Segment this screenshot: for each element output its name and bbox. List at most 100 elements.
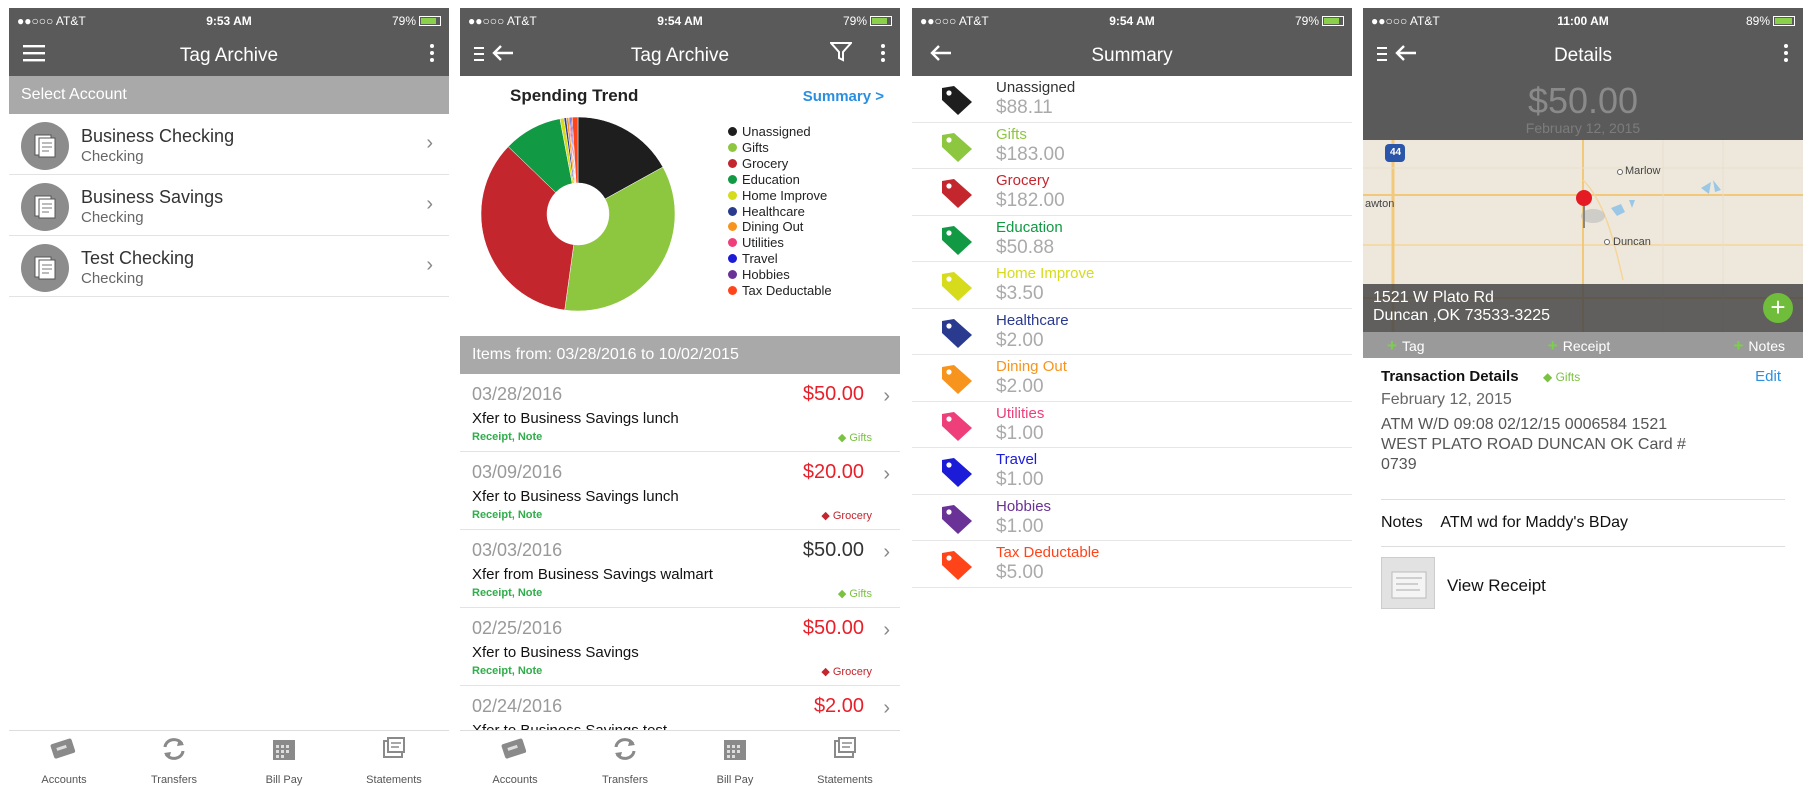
transaction-tag[interactable]: ◆ Gifts	[838, 587, 872, 600]
legend-label: Gifts	[742, 139, 769, 155]
account-type: Checking	[81, 209, 144, 226]
action-notes-button[interactable]: + Notes	[1733, 336, 1785, 358]
summary-row[interactable]: Travel $1.00	[912, 448, 1352, 495]
plus-icon: +	[1733, 336, 1744, 355]
tab-bill-pay[interactable]: Bill Pay	[229, 731, 339, 786]
battery-status: 79%	[1295, 14, 1344, 28]
summary-tag-name: Gifts	[996, 125, 1027, 143]
details-tag[interactable]: ◆ Gifts	[1543, 370, 1580, 384]
tag-icon	[940, 317, 974, 354]
more-vert-icon[interactable]	[1783, 42, 1789, 68]
summary-row[interactable]: Grocery $182.00	[912, 169, 1352, 216]
chevron-right-icon: ›	[426, 132, 433, 154]
summary-row[interactable]: Hobbies $1.00	[912, 495, 1352, 541]
transaction-description: Xfer to Business Savings lunch	[472, 488, 679, 505]
location-map[interactable]: 44 Marlow Duncan awton 1521 W Plato Rd D…	[1363, 140, 1803, 332]
transaction-row[interactable]: 03/09/2016 $20.00 › Xfer to Business Saving…	[460, 452, 900, 530]
tab-transfers[interactable]: Transfers	[119, 731, 229, 786]
spending-trend-chart: Spending Trend Summary > Unassigned Gifts…	[460, 76, 900, 333]
summary-amount: $3.50	[996, 283, 1044, 304]
tag-icon: ◆	[821, 510, 833, 522]
legend-dot	[728, 254, 737, 264]
transaction-row[interactable]: 03/28/2016 $50.00 › Xfer to Business Saving…	[460, 374, 900, 452]
transaction-attachments[interactable]: Receipt, Note	[472, 431, 542, 443]
plus-icon: +	[1387, 336, 1397, 355]
account-row[interactable]: Business Checking Checking ›	[9, 114, 449, 175]
tab-label: Bill Pay	[716, 774, 754, 786]
summary-link[interactable]: Summary >	[803, 88, 884, 105]
legend-dot	[728, 206, 737, 216]
account-row[interactable]: Test Checking Checking ›	[9, 236, 449, 297]
add-button[interactable]: +	[1763, 293, 1793, 323]
legend-item: Unassigned	[728, 124, 832, 140]
tab-accounts[interactable]: Accounts	[460, 731, 570, 786]
summary-row[interactable]: Education $50.88	[912, 216, 1352, 262]
map-label-marlow: Marlow	[1625, 165, 1661, 177]
transaction-tag[interactable]: ◆ Grocery	[821, 509, 872, 522]
account-type: Checking	[81, 270, 144, 287]
transaction-list: 03/28/2016 $50.00 › Xfer to Business Saving…	[460, 374, 900, 764]
summary-row[interactable]: Gifts $183.00	[912, 123, 1352, 169]
transaction-row[interactable]: 02/25/2016 $50.00 › Xfer to Business Saving…	[460, 608, 900, 686]
summary-amount: $2.00	[996, 376, 1044, 397]
view-receipt-row[interactable]: View Receipt	[1363, 547, 1803, 617]
summary-tag-name: Hobbies	[996, 497, 1052, 515]
details-tag-label: Gifts	[1555, 370, 1581, 384]
legend-label: Healthcare	[742, 203, 805, 219]
nav-bar: Tag Archive	[9, 34, 449, 76]
summary-row[interactable]: Utilities $1.00	[912, 402, 1352, 448]
status-bar: ●●○○○ AT&T 9:53 AM 79%	[9, 8, 449, 34]
summary-row[interactable]: Dining Out $2.00	[912, 355, 1352, 402]
filter-icon[interactable]	[828, 42, 854, 68]
tab-label: Statements	[366, 774, 422, 786]
more-vert-icon[interactable]	[429, 42, 435, 68]
calendar-icon	[680, 737, 790, 766]
tab-transfers[interactable]: Transfers	[570, 731, 680, 786]
chart-title: Spending Trend	[510, 86, 639, 105]
more-vert-icon[interactable]	[880, 42, 886, 68]
edit-link[interactable]: Edit	[1755, 368, 1781, 385]
legend-dot	[728, 142, 737, 152]
notes-row[interactable]: Notes ATM wd for Maddy's BDay	[1363, 500, 1803, 546]
screen-summary: ●●○○○ AT&T 9:54 AM 79% Summary Unassigne…	[912, 8, 1352, 786]
summary-row[interactable]: Tax Deductable $5.00	[912, 541, 1352, 588]
summary-row[interactable]: Unassigned $88.11	[912, 76, 1352, 123]
card-icon	[460, 737, 570, 766]
document-icon	[34, 134, 56, 158]
account-row[interactable]: Business Savings Checking ›	[9, 175, 449, 236]
tab-statements[interactable]: Statements	[339, 731, 449, 786]
tab-bill-pay[interactable]: Bill Pay	[680, 731, 790, 786]
battery-percent: 79%	[391, 14, 416, 28]
summary-row[interactable]: Home Improve $3.50	[912, 262, 1352, 309]
summary-tag-name: Utilities	[996, 404, 1045, 422]
map-label-duncan: Duncan	[1613, 236, 1651, 248]
tag-icon	[940, 177, 974, 214]
legend-dot	[728, 238, 737, 248]
address-overlay: 1521 W Plato Rd Duncan ,OK 73533-3225 +	[1363, 284, 1803, 332]
page-title: Tag Archive	[179, 45, 279, 66]
transaction-tag[interactable]: ◆ Grocery	[821, 665, 872, 678]
legend-item: Tax Deductable	[728, 283, 832, 299]
highway-shield: 44	[1390, 147, 1402, 158]
action-tag-button[interactable]: + Tag	[1387, 336, 1425, 358]
transaction-attachments[interactable]: Receipt, Note	[472, 665, 542, 677]
legend-dot	[728, 270, 737, 280]
transaction-row[interactable]: 03/03/2016 $50.00 › Xfer from Business Savi…	[460, 530, 900, 608]
receipt-thumbnail[interactable]	[1381, 557, 1435, 609]
account-name: Business Savings	[81, 187, 224, 207]
transaction-attachments[interactable]: Receipt, Note	[472, 509, 542, 521]
tab-statements[interactable]: Statements	[790, 731, 900, 786]
clock: 9:54 AM	[657, 14, 703, 28]
page-title: Summary	[1091, 45, 1173, 66]
summary-row[interactable]: Healthcare $2.00	[912, 309, 1352, 355]
transaction-description: Xfer to Business Savings lunch	[472, 410, 679, 427]
transaction-tag[interactable]: ◆ Gifts	[838, 431, 872, 444]
tab-label: Accounts	[492, 774, 538, 786]
action-receipt-button[interactable]: + Receipt	[1548, 336, 1610, 358]
transaction-attachments[interactable]: Receipt, Note	[472, 587, 542, 599]
battery-status: 79%	[843, 14, 892, 28]
legend-item: Dining Out	[728, 219, 832, 235]
transaction-description: Xfer to Business Savings	[472, 644, 639, 661]
tab-label: Transfers	[150, 774, 198, 786]
tab-accounts[interactable]: Accounts	[9, 731, 119, 786]
